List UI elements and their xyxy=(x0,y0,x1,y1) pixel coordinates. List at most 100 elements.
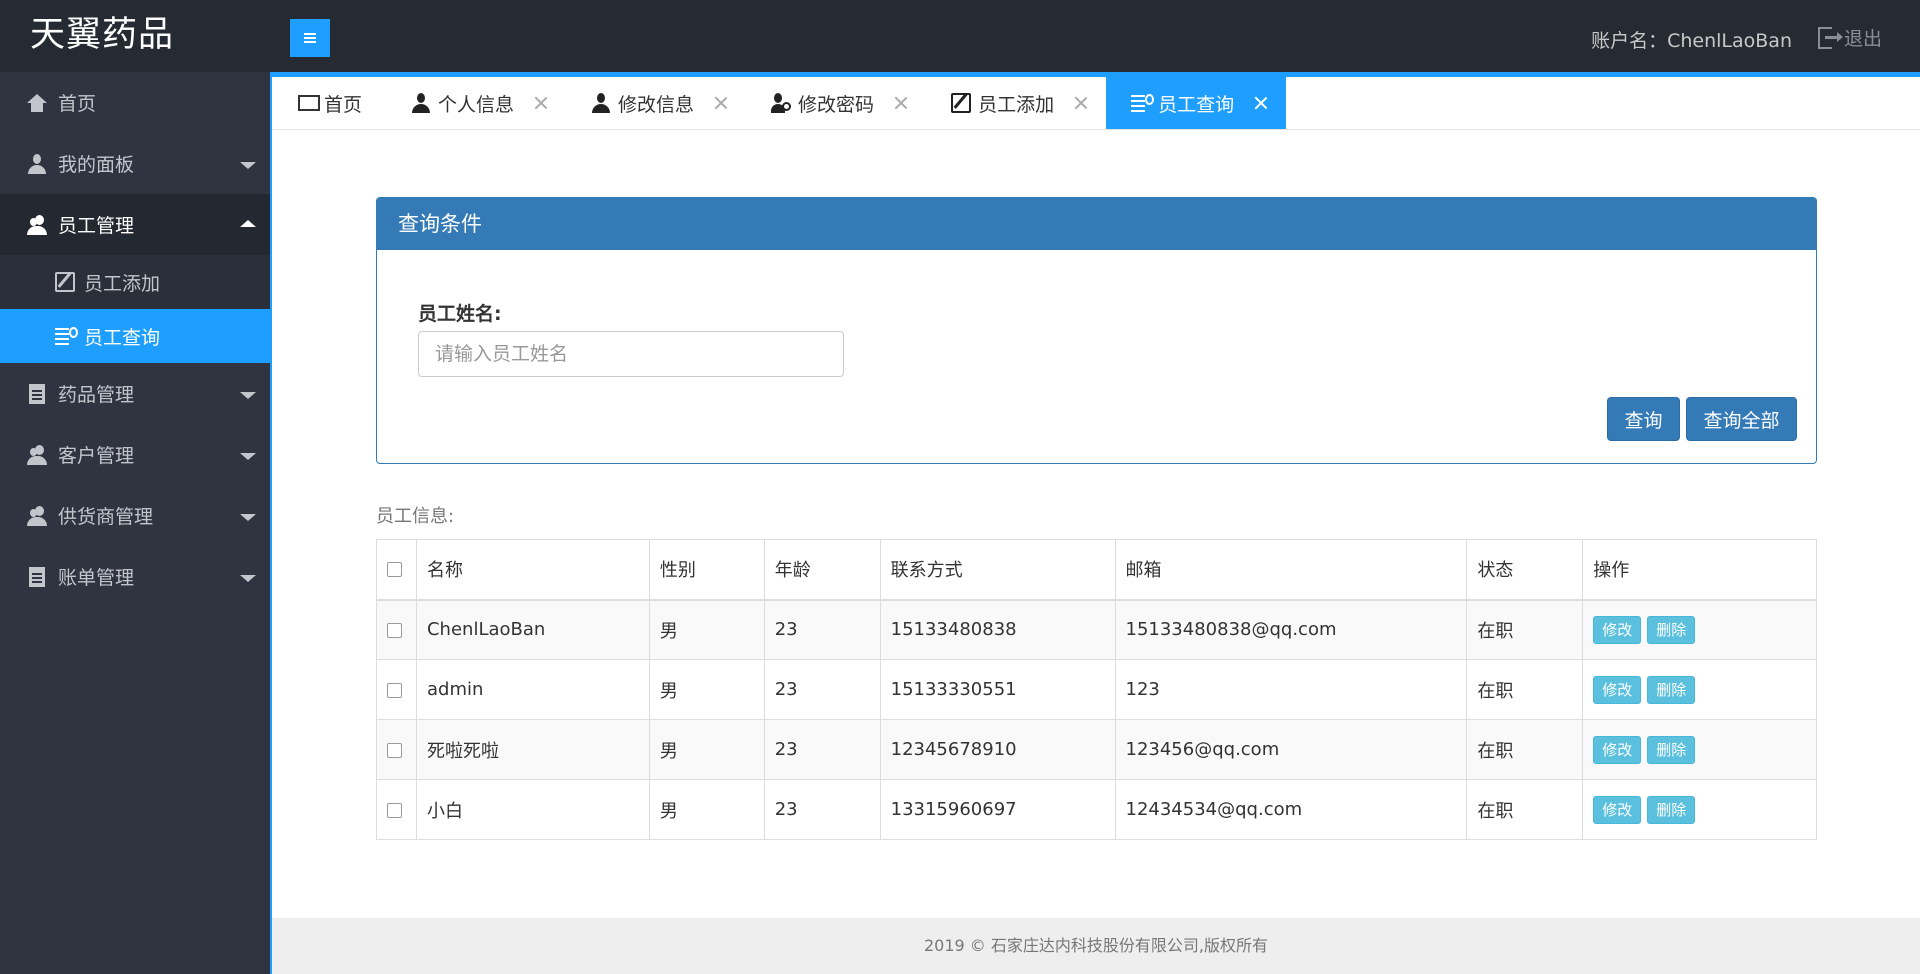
column-header: 年龄 xyxy=(763,539,881,601)
tab-personal-info[interactable]: 个人信息 xyxy=(386,77,566,129)
cell-email: 12434534@qq.com xyxy=(1114,779,1468,840)
sidebar-subitem-employee-query[interactable]: 员工查询 xyxy=(0,309,270,363)
document-icon xyxy=(26,566,48,588)
employee-name-label: 员工姓名: xyxy=(418,303,502,325)
edit-button[interactable]: 修改 xyxy=(1593,675,1642,704)
cell-age: 23 xyxy=(763,599,881,660)
list-search-icon xyxy=(1130,92,1155,114)
column-header: 联系方式 xyxy=(879,539,1116,601)
cell-phone: 15133330551 xyxy=(879,659,1116,720)
sidebar-item-employee-management[interactable]: 员工管理 xyxy=(0,194,270,255)
tab-employee-add[interactable]: 员工添加 xyxy=(926,77,1106,129)
tab-label: 修改信息 xyxy=(618,93,695,116)
sidebar-item-label: 账单管理 xyxy=(58,567,135,589)
document-icon xyxy=(26,383,48,405)
query-button[interactable]: 查询 xyxy=(1607,397,1680,441)
sidebar-item-customer-management[interactable]: 客户管理 xyxy=(0,424,270,485)
edit-icon xyxy=(54,271,76,293)
home-icon xyxy=(26,92,48,114)
group-icon xyxy=(26,444,48,466)
cell-gender: 男 xyxy=(648,659,765,720)
edit-button[interactable]: 修改 xyxy=(1593,615,1642,644)
app-logo: 天翼药品 xyxy=(30,15,175,55)
sidebar-item-label: 员工添加 xyxy=(84,272,161,295)
tab-employee-query[interactable]: 员工查询 xyxy=(1106,77,1287,129)
sidebar-item-bill-management[interactable]: 账单管理 xyxy=(0,546,270,607)
tab-label: 员工添加 xyxy=(978,93,1055,116)
cell-phone: 13315960697 xyxy=(879,779,1116,840)
sidebar-item-supplier-management[interactable]: 供货商管理 xyxy=(0,485,270,546)
delete-button[interactable]: 删除 xyxy=(1647,735,1696,764)
sidebar-item-label: 我的面板 xyxy=(58,154,135,176)
tab-bar: 首页 个人信息 修改信息 修改密码 员工添加 员工查询 xyxy=(272,72,1920,130)
account-name: 账户名：ChenlLaoBan xyxy=(1591,30,1792,52)
tab-change-password[interactable]: 修改密码 xyxy=(746,77,926,129)
logout-icon xyxy=(1817,26,1843,49)
row-checkbox[interactable] xyxy=(387,742,402,758)
chevron-down-icon xyxy=(240,162,256,169)
query-panel: 查询条件 员工姓名: 查询 查询全部 xyxy=(376,197,1817,464)
cell-age: 23 xyxy=(763,779,881,840)
row-checkbox[interactable] xyxy=(387,682,402,698)
cell-name: 死啦死啦 xyxy=(415,719,650,780)
chevron-down-icon xyxy=(240,575,256,582)
tab-label: 个人信息 xyxy=(438,93,515,116)
cell-gender: 男 xyxy=(648,599,765,660)
employee-name-input[interactable] xyxy=(418,331,844,377)
user-icon xyxy=(26,153,48,175)
delete-button[interactable]: 删除 xyxy=(1647,675,1696,704)
panel-title: 查询条件 xyxy=(377,198,1816,250)
group-icon xyxy=(26,214,48,236)
table-row: ChenlLaoBan 男 23 15133480838 15133480838… xyxy=(376,599,1817,660)
table-row: 死啦死啦 男 23 12345678910 123456@qq.com 在职 修… xyxy=(376,719,1817,780)
sidebar-item-my-panel[interactable]: 我的面板 xyxy=(0,133,270,194)
query-all-button[interactable]: 查询全部 xyxy=(1686,397,1797,441)
cell-status: 在职 xyxy=(1466,719,1584,780)
edit-button[interactable]: 修改 xyxy=(1593,735,1642,764)
table-row: admin 男 23 15133330551 123 在职 修改 删除 xyxy=(376,659,1817,720)
sidebar-item-label: 客户管理 xyxy=(58,445,135,467)
close-icon[interactable] xyxy=(894,96,908,110)
row-checkbox[interactable] xyxy=(387,802,402,818)
sidebar-item-label: 首页 xyxy=(58,93,97,115)
close-icon[interactable] xyxy=(714,96,728,110)
employee-table: 名称 性别 年龄 联系方式 邮箱 状态 操作 ChenlLaoBan 男 23 … xyxy=(376,539,1817,840)
sidebar-subitem-employee-add[interactable]: 员工添加 xyxy=(0,255,270,309)
sidebar: 首页 我的面板 员工管理 员工添加 员工查询 药品管理 客户管理 供货商管理 账… xyxy=(0,72,270,974)
column-header: 名称 xyxy=(415,539,650,601)
logout-label: 退出 xyxy=(1843,28,1882,50)
cell-status: 在职 xyxy=(1466,599,1584,660)
cell-email: 123456@qq.com xyxy=(1114,719,1468,780)
row-checkbox[interactable] xyxy=(387,622,402,638)
table-header-row: 名称 性别 年龄 联系方式 邮箱 状态 操作 xyxy=(376,539,1817,601)
sidebar-item-label: 员工查询 xyxy=(84,326,161,349)
sidebar-item-home[interactable]: 首页 xyxy=(0,72,270,133)
delete-button[interactable]: 删除 xyxy=(1647,795,1696,824)
cell-gender: 男 xyxy=(648,779,765,840)
sidebar-item-label: 员工管理 xyxy=(58,215,135,237)
column-header: 操作 xyxy=(1582,539,1817,601)
cell-email: 15133480838@qq.com xyxy=(1114,599,1468,660)
close-icon[interactable] xyxy=(1074,96,1088,110)
tab-label: 员工查询 xyxy=(1158,93,1235,116)
tab-edit-info[interactable]: 修改信息 xyxy=(566,77,746,129)
cell-phone: 12345678910 xyxy=(879,719,1116,780)
user-icon xyxy=(410,92,432,114)
menu-toggle-button[interactable] xyxy=(290,19,330,57)
logout-link[interactable]: 退出 xyxy=(1817,24,1882,51)
chevron-up-icon xyxy=(240,220,256,227)
sidebar-divider xyxy=(270,72,272,974)
cell-status: 在职 xyxy=(1466,779,1584,840)
cell-name: admin xyxy=(415,659,650,720)
delete-button[interactable]: 删除 xyxy=(1647,615,1696,644)
select-all-checkbox[interactable] xyxy=(387,562,402,578)
top-header: 天翼药品 账户名：ChenlLaoBan 退出 xyxy=(0,0,1920,72)
sidebar-item-label: 药品管理 xyxy=(58,384,135,406)
tab-home[interactable]: 首页 xyxy=(272,77,386,129)
group-icon xyxy=(26,505,48,527)
close-icon[interactable] xyxy=(534,96,548,110)
chevron-down-icon xyxy=(240,453,256,460)
edit-button[interactable]: 修改 xyxy=(1593,795,1642,824)
close-icon[interactable] xyxy=(1254,96,1268,110)
sidebar-item-drug-management[interactable]: 药品管理 xyxy=(0,363,270,424)
